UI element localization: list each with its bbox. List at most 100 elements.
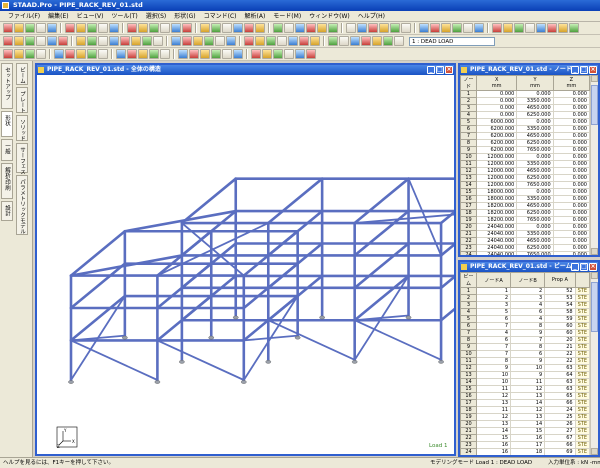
toolbar-button-icon[interactable] [14,49,24,59]
beam-value-cell[interactable]: 58 [544,308,576,316]
beam-id-cell[interactable]: 23 [460,441,477,449]
toolbar-button-icon[interactable] [47,23,57,33]
material-cell[interactable]: STE [574,364,590,372]
node-id-cell[interactable]: 10 [460,153,477,161]
node-table-scrollbar[interactable] [590,75,598,255]
beam-table-row[interactable]: 19 12 13 25 STE [460,413,590,421]
toolbar-button-icon[interactable] [361,36,371,46]
scroll-down-icon[interactable] [591,248,598,255]
beam-id-cell[interactable]: 1 [460,287,477,295]
beam-table-row[interactable]: 11 8 9 22 STE [460,357,590,365]
beam-value-cell[interactable]: 13 [510,392,546,400]
node-table-row[interactable]: 23 24040.000 6250.000 0.000 [460,244,590,252]
beam-value-cell[interactable]: 15 [475,434,512,442]
node-coord-cell[interactable]: 0.000 [552,181,590,189]
toolbar-button-icon[interactable] [255,23,265,33]
beam-table-row[interactable]: 24 16 18 69 STE [460,448,590,455]
toolbar-button-icon[interactable] [87,23,97,33]
toolbar-button-icon[interactable] [273,49,283,59]
toolbar-button-icon[interactable] [131,36,141,46]
node-coord-cell[interactable]: 3350.000 [516,230,554,238]
beam-table-row[interactable]: 1 1 2 52 STE [460,287,590,295]
toolbar-button-icon[interactable] [178,49,188,59]
node-table-row[interactable]: 14 12000.000 7650.000 0.000 [460,181,590,189]
toolbar-button-icon[interactable] [3,23,13,33]
beam-value-cell[interactable]: 64 [544,371,576,379]
toolbar-button-icon[interactable] [215,36,225,46]
beam-table-row[interactable]: 8 6 7 20 STE [460,336,590,344]
beam-id-cell[interactable]: 10 [460,350,477,358]
toolbar-button-icon[interactable] [226,36,236,46]
structure-beam[interactable] [267,319,356,361]
beam-id-cell[interactable]: 19 [460,413,477,421]
beam-id-cell[interactable]: 7 [460,329,477,337]
menu-item-3[interactable]: ツール(T) [107,11,141,22]
beam-value-cell[interactable]: 53 [544,294,576,302]
beam-id-cell[interactable]: 15 [460,385,477,393]
node-id-cell[interactable]: 16 [460,195,477,203]
toolbar-button-icon[interactable] [171,23,181,33]
node-coord-cell[interactable]: 0.000 [552,97,590,105]
node-coord-cell[interactable]: 0.000 [552,167,590,175]
toolbar-button-icon[interactable] [98,36,108,46]
beam-value-cell[interactable]: 6 [475,336,512,344]
node-coord-cell[interactable]: 6250.000 [516,111,554,119]
material-cell[interactable]: STE [574,315,590,323]
node-id-cell[interactable]: 24 [460,251,477,255]
beam-id-cell[interactable]: 4 [460,308,477,316]
beam-value-cell[interactable]: 12 [475,413,512,421]
node-coord-cell[interactable]: 0.000 [475,111,518,119]
beam-value-cell[interactable]: 6 [475,315,512,323]
material-cell[interactable]: STE [574,343,590,351]
node-coord-cell[interactable]: 12000.000 [475,153,518,161]
toolbar-button-icon[interactable] [182,36,192,46]
node-coord-cell[interactable]: 24040.000 [475,223,518,231]
toolbar-button-icon[interactable] [98,49,108,59]
toolbar-button-icon[interactable] [3,49,13,59]
toolbar-button-icon[interactable] [142,36,152,46]
node-coord-cell[interactable]: 0.000 [552,153,590,161]
node-table-row[interactable]: 24 24040.000 7650.000 0.000 [460,251,590,255]
toolbar-button-icon[interactable] [379,23,389,33]
beam-value-cell[interactable]: 13 [475,399,512,407]
maximize-icon[interactable]: □ [580,66,588,74]
node-coord-cell[interactable]: 0.000 [552,237,590,245]
node-coord-cell[interactable]: 0.000 [552,118,590,126]
toolbar-button-icon[interactable] [76,49,86,59]
toolbar-button-icon[interactable] [357,23,367,33]
node-coord-cell[interactable]: 4650.000 [516,104,554,112]
beam-value-cell[interactable]: 14 [510,420,546,428]
node-id-cell[interactable]: 4 [460,111,477,119]
beam-value-cell[interactable]: 22 [544,350,576,358]
node-coord-cell[interactable]: 0.000 [475,104,518,112]
beam-value-cell[interactable]: 21 [544,343,576,351]
beam-value-cell[interactable]: 18 [510,448,546,455]
toolbar-button-icon[interactable] [569,23,579,33]
beam-value-cell[interactable]: 13 [475,420,512,428]
material-cell[interactable]: STE [574,357,590,365]
node-table-window[interactable]: PIPE_RACK_REV_01.std - ノード _ □ × ノード Xmm Y… [458,63,600,257]
node-coord-cell[interactable]: 24040.000 [475,237,518,245]
beam-table-window[interactable]: PIPE_RACK_REV_01.std - ビーム _ □ × ビーム ノードA … [458,260,600,457]
beam-value-cell[interactable]: 4 [510,315,546,323]
beam-value-cell[interactable]: 1 [475,287,512,295]
node-coord-cell[interactable]: 0.000 [552,251,590,255]
beam-value-cell[interactable]: 12 [510,406,546,414]
node-table-row[interactable]: 21 24040.000 3350.000 0.000 [460,230,590,238]
node-coord-cell[interactable]: 24040.000 [475,230,518,238]
toolbar-button-icon[interactable] [299,36,309,46]
beam-id-cell[interactable]: 8 [460,336,477,344]
menu-item-9[interactable]: ウィンドウ(W) [305,11,354,22]
toolbar-button-icon[interactable] [36,23,46,33]
toolbar-button-icon[interactable] [127,23,137,33]
toolbar-button-icon[interactable] [306,23,316,33]
toolbar-button-icon[interactable] [251,49,261,59]
beam-value-cell[interactable]: 6 [510,308,546,316]
node-table-row[interactable]: 4 0.000 6250.000 0.000 [460,111,590,119]
node-coord-cell[interactable]: 12000.000 [475,167,518,175]
toolbar-button-icon[interactable] [153,36,163,46]
toolbar-button-icon[interactable] [36,49,46,59]
toolbar-button-icon[interactable] [266,36,276,46]
beam-table-row[interactable]: 15 11 12 63 STE [460,385,590,393]
toolbar-button-icon[interactable] [233,23,243,33]
